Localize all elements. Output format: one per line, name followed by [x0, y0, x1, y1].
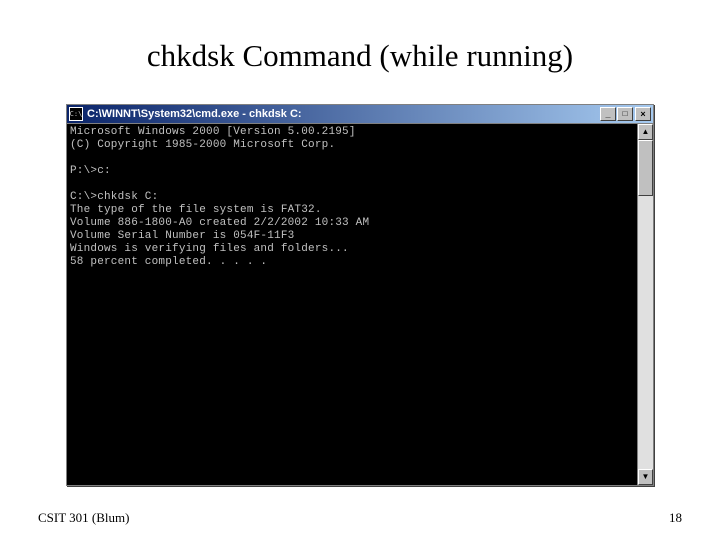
- slide-footer: CSIT 301 (Blum) 18: [38, 510, 682, 526]
- footer-left: CSIT 301 (Blum): [38, 510, 130, 526]
- titlebar[interactable]: C:\ C:\WINNT\System32\cmd.exe - chkdsk C…: [67, 105, 653, 123]
- window-title: C:\WINNT\System32\cmd.exe - chkdsk C:: [87, 108, 600, 120]
- close-button[interactable]: ×: [635, 107, 651, 121]
- cmd-window: C:\ C:\WINNT\System32\cmd.exe - chkdsk C…: [66, 104, 654, 486]
- cmd-icon[interactable]: C:\: [69, 107, 83, 121]
- cmd-icon-text: C:\: [70, 111, 83, 118]
- window-controls: _ □ ×: [600, 107, 651, 121]
- terminal-output[interactable]: Microsoft Windows 2000 [Version 5.00.219…: [67, 124, 637, 485]
- scroll-track[interactable]: [638, 140, 653, 469]
- vertical-scrollbar[interactable]: ▲ ▼: [637, 124, 653, 485]
- minimize-button[interactable]: _: [600, 107, 616, 121]
- footer-page-number: 18: [669, 510, 682, 526]
- maximize-button[interactable]: □: [617, 107, 633, 121]
- client-area: Microsoft Windows 2000 [Version 5.00.219…: [67, 123, 653, 485]
- scroll-down-button[interactable]: ▼: [638, 469, 653, 485]
- scroll-up-button[interactable]: ▲: [638, 124, 653, 140]
- scroll-thumb[interactable]: [638, 140, 653, 196]
- slide-title: chkdsk Command (while running): [0, 0, 720, 92]
